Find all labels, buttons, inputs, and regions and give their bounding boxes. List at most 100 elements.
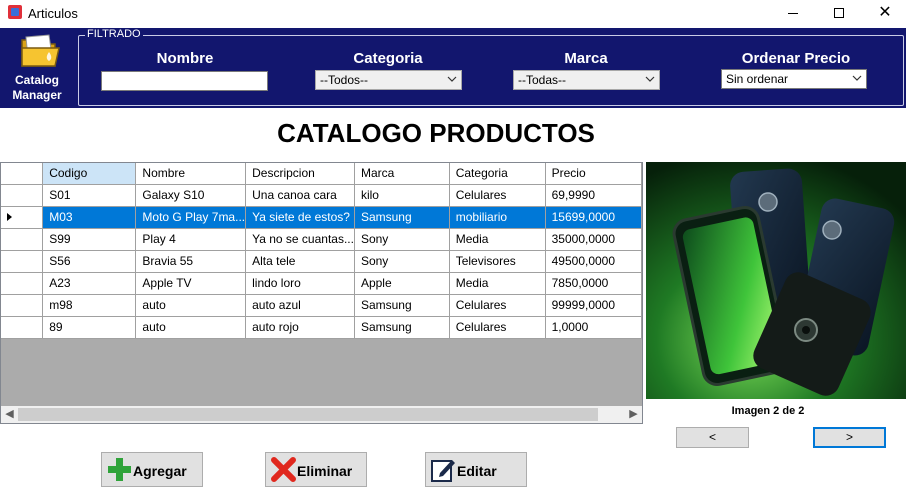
table-cell[interactable]: Samsung [354,206,450,229]
table-cell[interactable]: auto [135,316,247,339]
close-button[interactable]: ✕ [862,0,906,26]
table-cell[interactable]: 89 [42,316,137,339]
filter-group: FILTRADO Nombre Categoria --Todos-- Marc… [78,28,904,106]
table-cell[interactable]: S99 [42,228,137,251]
table-cell[interactable]: Apple TV [135,272,247,295]
column-header-nombre[interactable]: Nombre [135,163,247,185]
table-cell[interactable]: Una canoa cara [245,184,355,207]
column-header-codigo[interactable]: Codigo [42,163,137,185]
table-cell[interactable]: Media [449,272,546,295]
table-cell[interactable]: Celulares [449,184,546,207]
table-cell[interactable]: 99999,0000 [545,294,642,317]
table-cell[interactable]: 1,0000 [545,316,642,339]
minimize-button[interactable] [770,0,816,26]
categoria-select[interactable]: --Todos-- [315,70,462,90]
table-cell[interactable]: 15699,0000 [545,206,642,229]
table-cell[interactable]: Televisores [449,250,546,273]
row-header[interactable] [1,206,44,229]
close-icon: ✕ [878,4,892,21]
logo-line-1: Catalog [14,73,59,87]
nombre-input[interactable] [101,71,268,91]
table-cell[interactable]: S01 [42,184,137,207]
row-header[interactable] [1,294,44,317]
marca-select[interactable]: --Todas-- [513,70,660,90]
row-header[interactable] [1,316,44,339]
eliminar-label: Eliminar [297,463,353,479]
table-cell[interactable]: kilo [354,184,450,207]
column-header-categoria[interactable]: Categoria [449,163,546,185]
nombre-label: Nombre [156,50,214,67]
table-cell[interactable]: auto [135,294,247,317]
table-cell[interactable]: auto rojo [245,316,355,339]
table-cell[interactable]: Media [449,228,546,251]
table-row[interactable]: M03 Moto G Play 7ma... Ya siete de estos? S… [1,206,642,229]
editar-button[interactable]: Editar [425,452,527,487]
row-header-corner [1,163,44,185]
table-cell[interactable]: Samsung [354,316,450,339]
table-cell[interactable]: 7850,0000 [545,272,642,295]
row-header[interactable] [1,228,44,251]
table-cell[interactable]: m98 [42,294,137,317]
table-cell[interactable]: M03 [42,206,137,229]
filter-legend: FILTRADO [85,28,143,40]
maximize-icon [834,8,844,18]
table-row[interactable]: m98 auto auto azul Samsung Celulares 99999,00… [1,294,642,317]
table-cell[interactable]: Bravia 55 [135,250,247,273]
title-bar: Articulos ✕ [0,0,906,26]
table-cell[interactable]: mobiliario [449,206,546,229]
table-cell[interactable]: Sony [354,250,450,273]
marca-label: Marca [564,50,608,67]
scroll-left-arrow-icon[interactable]: ◀ [1,407,18,422]
row-header[interactable] [1,250,44,273]
logo-line-2: Manager [12,88,62,102]
eliminar-button[interactable]: Eliminar [265,452,367,487]
categoria-select-value: --Todos-- [320,73,369,87]
agregar-button[interactable]: Agregar [101,452,203,487]
table-row[interactable]: S01 Galaxy S10 Una canoa cara kilo Celulares… [1,184,642,207]
table-row[interactable]: A23 Apple TV lindo loro Apple Media 7850,0000 [1,272,642,295]
table-cell[interactable]: Apple [354,272,450,295]
table-cell[interactable]: 35000,0000 [545,228,642,251]
table-cell[interactable]: A23 [42,272,137,295]
folder-icon [21,34,60,67]
column-header-marca[interactable]: Marca [354,163,450,185]
maximize-button[interactable] [816,0,862,26]
table-cell[interactable]: 49500,0000 [545,250,642,273]
table-cell[interactable]: S56 [42,250,137,273]
minimize-icon [788,12,798,14]
chevron-down-icon [852,75,862,81]
page-title: CATALOGO PRODUCTOS [277,118,595,148]
table-cell[interactable]: Ya siete de estos? [245,206,355,229]
table-cell[interactable]: Samsung [354,294,450,317]
table-row[interactable]: 89 auto auto rojo Samsung Celulares 1,0000 [1,316,642,339]
table-cell[interactable]: Ya no se cuantas... [245,228,355,251]
column-header-descripcion[interactable]: Descripcion [245,163,355,185]
table-row[interactable]: S56 Bravia 55 Alta tele Sony Televisores 4950… [1,250,642,273]
ordenar-precio-value: Sin ordenar [726,72,789,86]
horizontal-scrollbar[interactable]: ◀ ▶ [1,406,642,423]
table-cell[interactable]: Sony [354,228,450,251]
next-image-button[interactable]: > [813,427,886,448]
table-cell[interactable]: auto azul [245,294,355,317]
scroll-right-arrow-icon[interactable]: ▶ [625,407,642,422]
delete-x-icon [271,457,296,482]
row-header[interactable] [1,272,44,295]
table-cell[interactable]: Play 4 [135,228,247,251]
categoria-label: Categoria [353,50,423,67]
table-cell[interactable]: Celulares [449,316,546,339]
table-cell[interactable]: Alta tele [245,250,355,273]
table-cell[interactable]: Moto G Play 7ma... [135,206,247,229]
table-cell[interactable]: lindo loro [245,272,355,295]
scrollbar-thumb[interactable] [18,408,598,421]
row-header[interactable] [1,184,44,207]
ordenar-precio-select[interactable]: Sin ordenar [721,69,867,89]
column-header-precio[interactable]: Precio [545,163,642,185]
table-cell[interactable]: Celulares [449,294,546,317]
table-cell[interactable]: 69,9990 [545,184,642,207]
header-row: Codigo Nombre Descripcion Marca Categori… [1,163,642,185]
products-grid[interactable]: Codigo Nombre Descripcion Marca Categori… [0,162,643,424]
logo: Catalog Manager [0,28,74,108]
table-cell[interactable]: Galaxy S10 [135,184,247,207]
table-row[interactable]: S99 Play 4 Ya no se cuantas... Sony Media 350… [1,228,642,251]
previous-image-button[interactable]: < [676,427,749,448]
